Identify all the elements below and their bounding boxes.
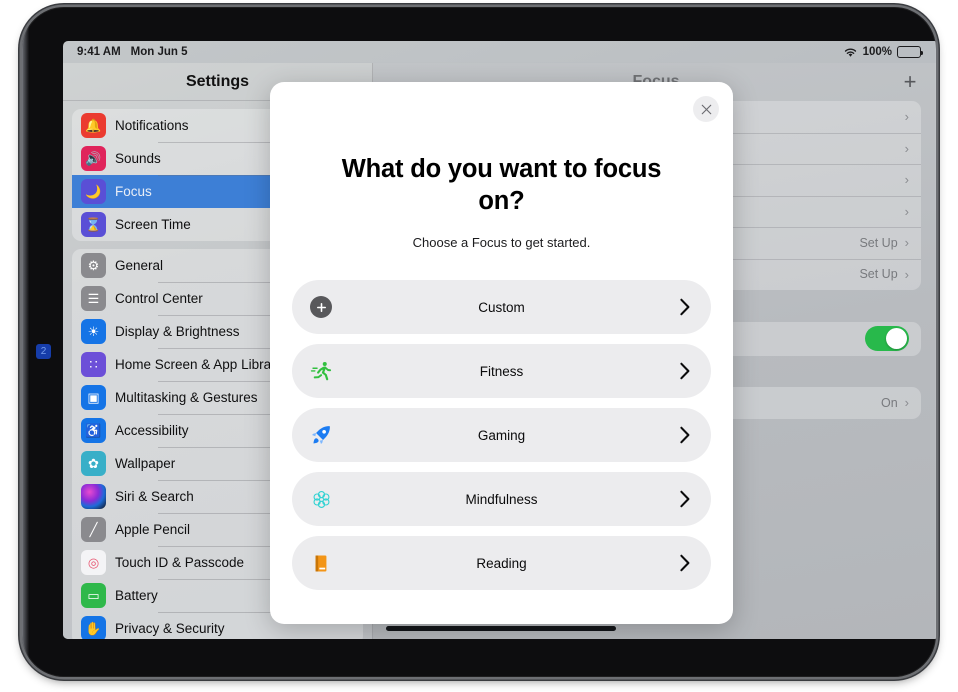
- rocket-icon: [308, 422, 334, 448]
- focus-option-fitness[interactable]: Fitness: [292, 344, 711, 399]
- modal-scrim: What do you want to focus on? Choose a F…: [63, 41, 936, 639]
- chevron-right-icon: [679, 298, 691, 316]
- focus-options-list: Custom Fitness Gaming Mindfulness Reading: [292, 280, 711, 591]
- focus-option-reading[interactable]: Reading: [292, 536, 711, 591]
- close-icon[interactable]: [693, 96, 719, 122]
- screenshot-stage: 2 9:41 AM Mon Jun 5 100% Settings 🔔 Noti…: [0, 0, 958, 692]
- running-person-icon: [308, 358, 334, 384]
- plus-circle-badge: [310, 296, 332, 319]
- focus-option-label: Gaming: [477, 427, 526, 443]
- focus-option-label: Reading: [476, 555, 527, 571]
- modal-heading: What do you want to focus on?: [341, 155, 662, 215]
- annotation-marker-2: 2: [36, 344, 51, 359]
- focus-option-custom[interactable]: Custom: [292, 280, 711, 335]
- focus-option-label: Fitness: [479, 363, 524, 379]
- chevron-right-icon: [679, 362, 691, 380]
- chevron-right-icon: [679, 554, 691, 572]
- focus-option-mindfulness[interactable]: Mindfulness: [292, 472, 711, 527]
- focus-option-label: Mindfulness: [465, 491, 538, 507]
- ipad-screen: 9:41 AM Mon Jun 5 100% Settings 🔔 Notifi…: [63, 41, 936, 639]
- focus-picker-modal: What do you want to focus on? Choose a F…: [270, 82, 733, 624]
- chevron-right-icon: [679, 426, 691, 444]
- chevron-right-icon: [679, 490, 691, 508]
- book-icon: [308, 550, 334, 576]
- bezel-sheen: [22, 7, 30, 677]
- plus-circle-icon: [308, 294, 334, 320]
- mindfulness-flower-icon: [308, 486, 334, 512]
- focus-option-gaming[interactable]: Gaming: [292, 408, 711, 463]
- focus-option-label: Custom: [478, 299, 525, 315]
- modal-subheading: Choose a Focus to get started.: [412, 235, 591, 251]
- close-x-icon: [701, 104, 711, 114]
- ipad-device-frame: 2 9:41 AM Mon Jun 5 100% Settings 🔔 Noti…: [22, 7, 936, 677]
